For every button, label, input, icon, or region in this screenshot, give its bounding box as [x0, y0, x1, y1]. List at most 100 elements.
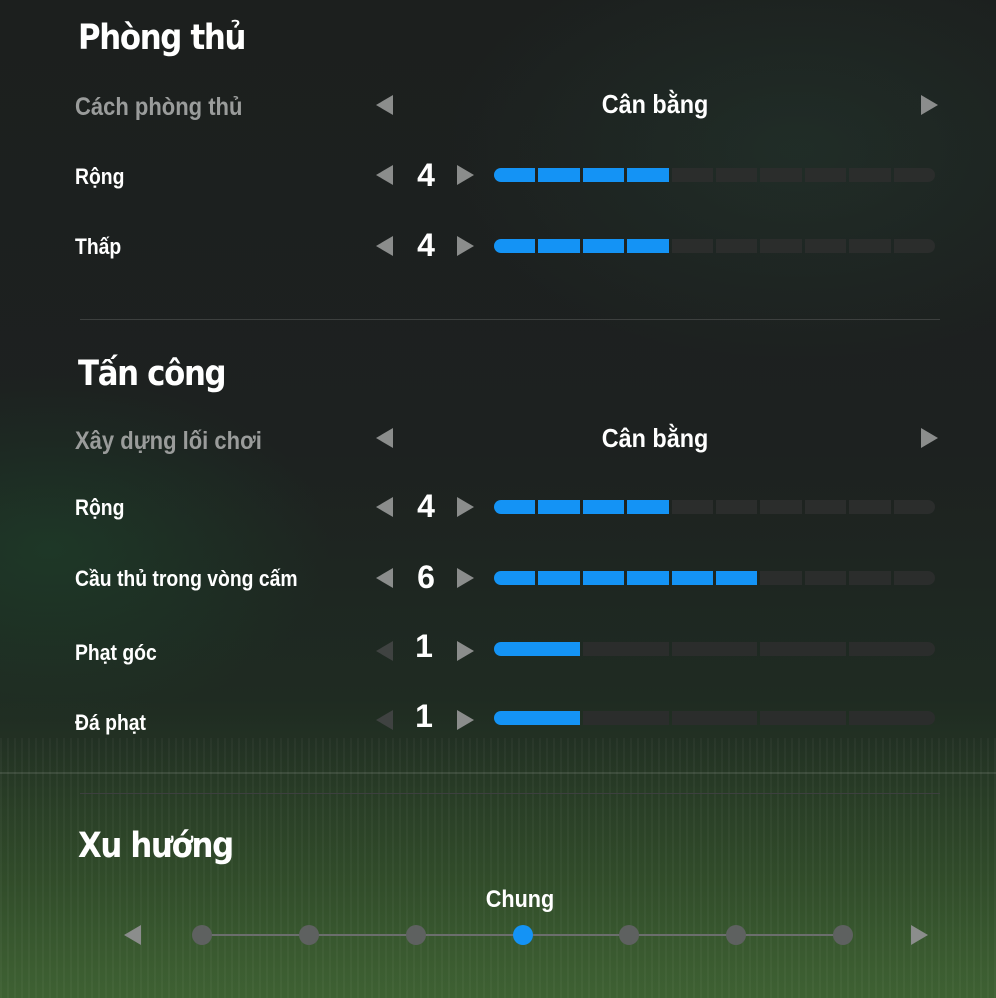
slider-segment — [538, 571, 580, 585]
slider-segment — [804, 571, 847, 585]
slider-segment — [494, 239, 536, 253]
slider-segment — [716, 500, 758, 514]
pitch-line — [0, 772, 996, 774]
attack-width-bar[interactable] — [494, 500, 936, 514]
slider-segment — [760, 711, 847, 725]
defense-style-prev-icon[interactable] — [376, 95, 393, 115]
tendency-section-title: Xu hướng — [78, 826, 234, 866]
slider-segment — [582, 642, 669, 656]
slider-segment — [893, 500, 936, 514]
attack-free-kicks-increase-icon[interactable] — [457, 710, 474, 730]
slider-segment — [538, 239, 580, 253]
slider-segment — [849, 239, 891, 253]
attack-corners-bar[interactable] — [494, 642, 935, 656]
slider-segment — [671, 500, 714, 514]
attack-corners-increase-icon[interactable] — [457, 641, 474, 661]
slider-segment — [849, 711, 935, 725]
tendency-step-dot[interactable] — [298, 925, 319, 945]
attack-corners-decrease-icon[interactable] — [376, 641, 393, 661]
defense-depth-value: 4 — [417, 227, 435, 263]
tendency-prev-icon[interactable] — [124, 925, 141, 945]
tendency-step-dot[interactable] — [833, 925, 853, 945]
attack-section-title: Tấn công — [78, 354, 227, 394]
slider-segment — [849, 642, 935, 656]
slider-segment — [804, 239, 847, 253]
slider-segment — [627, 239, 669, 253]
attack-corners-label: Phạt góc — [75, 640, 157, 665]
defense-width-increase-icon[interactable] — [457, 165, 474, 185]
slider-segment — [893, 239, 936, 253]
attack-free-kicks-decrease-icon[interactable] — [376, 710, 393, 730]
attack-free-kicks-value: 1 — [415, 698, 433, 734]
tendency-next-icon[interactable] — [911, 925, 928, 945]
attack-style-next-icon[interactable] — [921, 428, 938, 448]
slider-segment — [582, 571, 625, 585]
defense-width-label: Rộng — [75, 164, 125, 189]
defense-width-bar[interactable] — [494, 168, 936, 182]
slider-segment — [893, 571, 936, 585]
slider-segment — [760, 239, 802, 253]
slider-segment — [671, 239, 714, 253]
tendency-step-dot[interactable] — [619, 925, 640, 945]
slider-segment — [582, 500, 625, 514]
attack-players-in-box-decrease-icon[interactable] — [376, 568, 393, 588]
defense-depth-bar[interactable] — [494, 239, 936, 253]
attack-width-label: Rộng — [75, 495, 125, 520]
slider-segment — [671, 642, 758, 656]
tendency-step-dot[interactable] — [405, 925, 426, 945]
slider-segment — [494, 168, 536, 182]
attack-free-kicks-label: Đá phạt — [75, 710, 147, 735]
slider-segment — [804, 168, 847, 182]
slider-segment — [849, 571, 891, 585]
attack-width-increase-icon[interactable] — [457, 497, 474, 517]
slider-segment — [893, 168, 936, 182]
attack-players-in-box-label: Cầu thủ trong vòng cấm — [75, 566, 298, 591]
slider-segment — [716, 168, 758, 182]
tendency-step-dot[interactable] — [512, 925, 533, 945]
attack-players-in-box-increase-icon[interactable] — [457, 568, 474, 588]
defense-style-value: Cân bằng — [601, 89, 709, 119]
tendency-step-dot[interactable] — [726, 925, 747, 945]
slider-segment — [538, 500, 580, 514]
defense-depth-label: Thấp — [75, 234, 122, 259]
defense-width-value: 4 — [417, 157, 435, 193]
attack-players-in-box-value: 6 — [417, 559, 435, 595]
defense-style-label: Cách phòng thủ — [75, 93, 243, 121]
slider-segment — [760, 642, 847, 656]
slider-segment — [760, 571, 802, 585]
slider-segment — [849, 168, 891, 182]
slider-segment — [582, 239, 625, 253]
slider-segment — [494, 571, 536, 585]
defense-depth-increase-icon[interactable] — [457, 236, 474, 256]
slider-segment — [804, 500, 847, 514]
slider-segment — [671, 571, 714, 585]
slider-segment — [716, 571, 758, 585]
defense-section-title: Phòng thủ — [78, 18, 246, 58]
attack-style-value: Cân bằng — [601, 423, 709, 453]
tendency-value: Chung — [485, 886, 555, 913]
attack-free-kicks-bar[interactable] — [494, 711, 935, 725]
slider-segment — [494, 642, 580, 656]
slider-segment — [494, 500, 536, 514]
slider-segment — [760, 500, 802, 514]
slider-segment — [627, 168, 669, 182]
tendency-step-dot[interactable] — [192, 925, 212, 945]
slider-segment — [671, 168, 714, 182]
attack-style-label: Xây dựng lối chơi — [75, 427, 262, 455]
attack-corners-value: 1 — [415, 628, 433, 664]
attack-width-decrease-icon[interactable] — [376, 497, 393, 517]
slider-segment — [538, 168, 580, 182]
attack-width-value: 4 — [417, 488, 435, 524]
slider-segment — [582, 168, 625, 182]
defense-depth-decrease-icon[interactable] — [376, 236, 393, 256]
slider-segment — [760, 168, 802, 182]
slider-segment — [671, 711, 758, 725]
attack-style-prev-icon[interactable] — [376, 428, 393, 448]
pitch-background — [0, 738, 996, 998]
slider-segment — [716, 239, 758, 253]
attack-players-in-box-bar[interactable] — [494, 571, 936, 585]
slider-segment — [627, 500, 669, 514]
slider-segment — [582, 711, 669, 725]
defense-style-next-icon[interactable] — [921, 95, 938, 115]
defense-width-decrease-icon[interactable] — [376, 165, 393, 185]
